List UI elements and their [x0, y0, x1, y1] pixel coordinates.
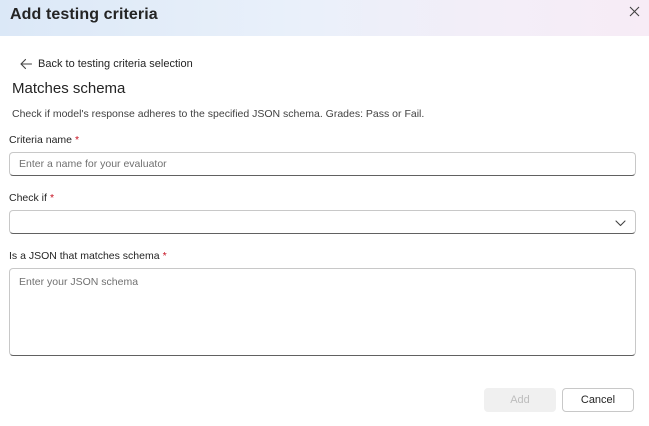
required-indicator: *: [162, 250, 167, 262]
required-indicator: *: [75, 134, 80, 146]
close-button[interactable]: [625, 2, 643, 20]
json-schema-label: Is a JSON that matches schema *: [9, 250, 167, 262]
chevron-down-icon: [615, 218, 626, 228]
json-schema-label-text: Is a JSON that matches schema: [9, 250, 160, 262]
cancel-button[interactable]: Cancel: [562, 388, 634, 412]
criteria-name-input[interactable]: [9, 152, 636, 176]
json-schema-textarea[interactable]: [9, 268, 636, 356]
section-description: Check if model's response adheres to the…: [12, 108, 425, 120]
dialog-header: Add testing criteria: [0, 0, 649, 36]
section-title: Matches schema: [12, 80, 126, 97]
criteria-name-label-text: Criteria name: [9, 134, 73, 146]
dialog-title: Add testing criteria: [10, 6, 158, 23]
arrow-left-icon: [19, 57, 33, 71]
back-link-label: Back to testing criteria selection: [38, 58, 193, 70]
add-button[interactable]: Add: [484, 388, 556, 412]
add-testing-criteria-dialog: Add testing criteria Back to testing cri…: [0, 0, 649, 426]
close-icon: [629, 6, 640, 17]
check-if-dropdown[interactable]: [9, 210, 636, 234]
check-if-label: Check if *: [9, 192, 54, 204]
required-indicator: *: [49, 192, 55, 204]
back-to-selection-link[interactable]: Back to testing criteria selection: [19, 56, 193, 72]
criteria-name-label: Criteria name *: [9, 134, 79, 146]
check-if-label-text: Check if: [9, 192, 47, 204]
